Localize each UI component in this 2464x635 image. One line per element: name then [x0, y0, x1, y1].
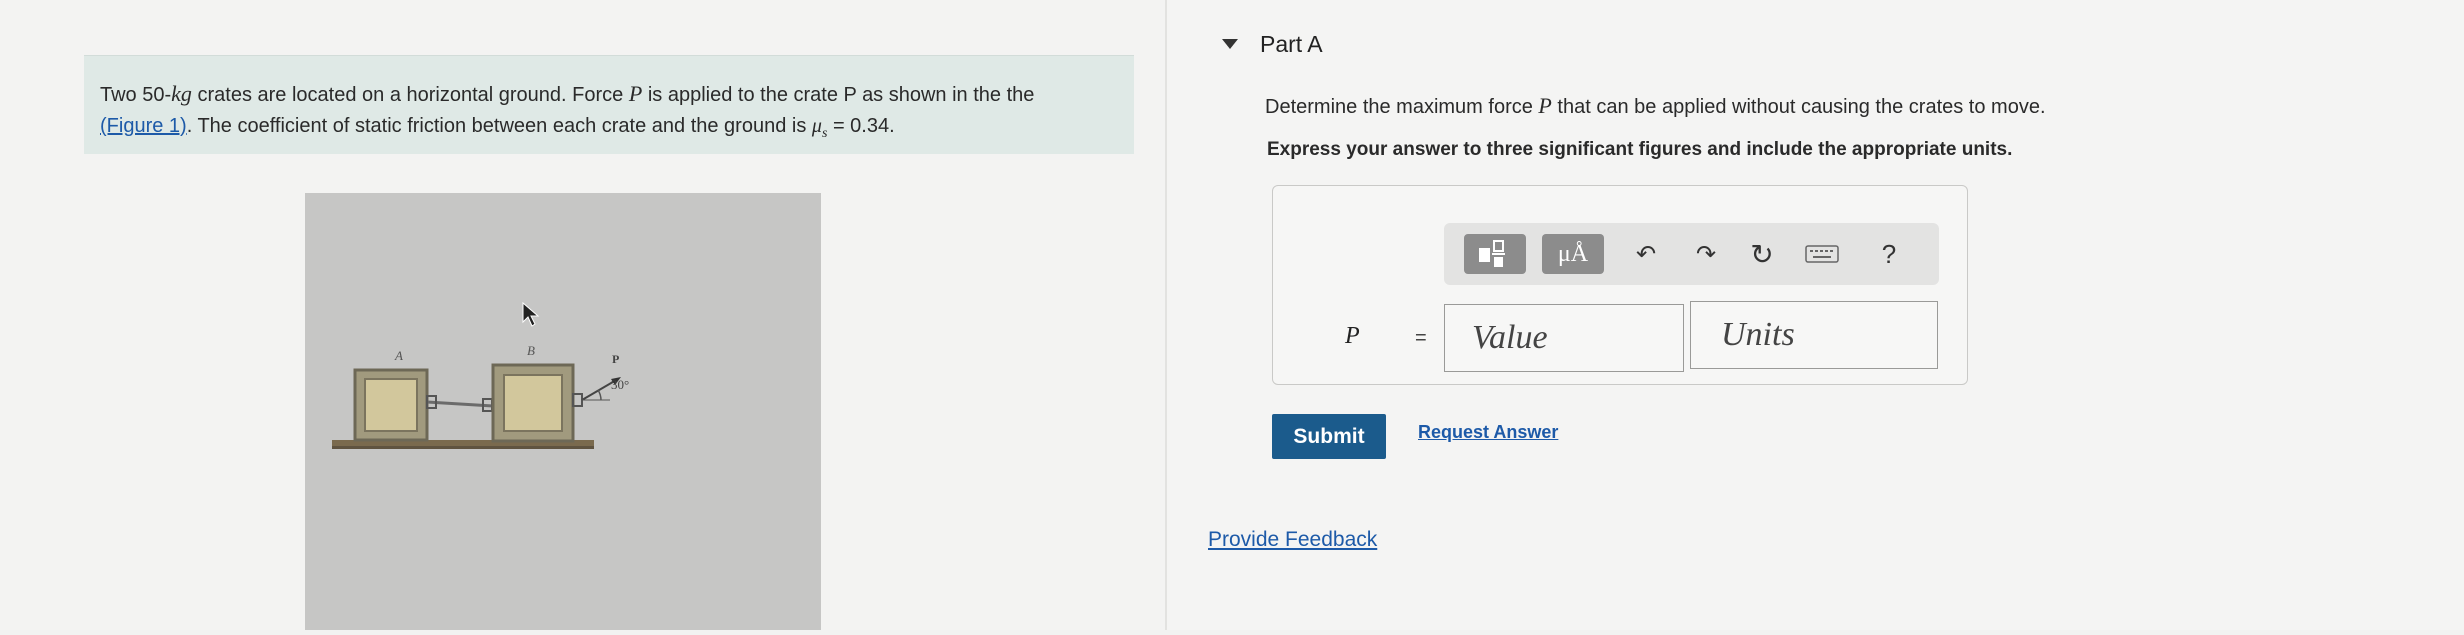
- undo-button[interactable]: ↶: [1629, 234, 1663, 274]
- templates-button[interactable]: [1464, 234, 1526, 274]
- reset-icon: ↻: [1750, 238, 1774, 270]
- value-placeholder: Value: [1472, 319, 1548, 356]
- label-p: P: [612, 352, 619, 366]
- value-input[interactable]: Value: [1444, 304, 1684, 372]
- problem-text-4: . The coefficient of static friction bet…: [186, 115, 812, 137]
- units-button[interactable]: μÅ: [1542, 234, 1604, 274]
- request-answer-link[interactable]: Request Answer: [1418, 422, 1558, 443]
- figure-link[interactable]: (Figure 1): [100, 115, 187, 137]
- part-a-header[interactable]: Part A: [1222, 24, 1323, 64]
- answer-instruction: Express your answer to three significant…: [1267, 139, 2013, 160]
- help-button[interactable]: ?: [1874, 234, 1904, 274]
- units-button-label: μÅ: [1557, 240, 1589, 267]
- redo-button[interactable]: ↷: [1689, 234, 1723, 274]
- problem-statement: Two 50-kg crates are located on a horizo…: [100, 78, 1120, 149]
- mass-unit: kg: [171, 81, 192, 106]
- question-text: Determine the maximum force P that can b…: [1265, 93, 2046, 119]
- force-symbol: P: [628, 81, 643, 106]
- cursor-icon: [522, 301, 540, 327]
- mu-symbol: μ: [811, 115, 822, 137]
- reset-button[interactable]: ↻: [1742, 234, 1782, 274]
- problem-text-3: is applied to the crate P as shown in th…: [642, 84, 1035, 106]
- undo-icon: ↶: [1635, 240, 1657, 268]
- templates-icon: [1479, 240, 1505, 267]
- answer-variable: P: [1345, 323, 1360, 349]
- units-placeholder: Units: [1721, 316, 1795, 353]
- crate-b: [491, 363, 575, 443]
- figure-1: A B P 30°: [305, 193, 821, 630]
- crate-a: [353, 368, 429, 442]
- submit-button[interactable]: Submit: [1272, 414, 1386, 459]
- keyboard-button[interactable]: [1802, 234, 1842, 274]
- help-label: ?: [1881, 238, 1897, 269]
- provide-feedback-link[interactable]: Provide Feedback: [1208, 528, 1377, 552]
- math-toolbar: μÅ ↶ ↷ ↻ ?: [1444, 223, 1939, 285]
- crates-diagram: A B P 30°: [332, 301, 629, 449]
- problem-text-2: crates are located on a horizontal groun…: [191, 84, 629, 106]
- collapse-caret-icon[interactable]: [1222, 39, 1238, 49]
- question-symbol: P: [1538, 93, 1552, 118]
- angle-label: 30°: [611, 377, 629, 392]
- units-input[interactable]: Units: [1690, 301, 1938, 369]
- label-a: A: [394, 348, 403, 363]
- question-text-2: that can be applied without causing the …: [1551, 96, 2046, 118]
- label-b: B: [527, 343, 535, 358]
- problem-text-1: Two 50-: [100, 84, 172, 106]
- mu-value: = 0.34.: [827, 115, 895, 137]
- keyboard-icon: [1805, 245, 1839, 263]
- question-text-1: Determine the maximum force: [1265, 96, 1539, 118]
- part-title: Part A: [1260, 30, 1323, 57]
- redo-icon: ↷: [1695, 240, 1717, 268]
- equals-sign: =: [1415, 327, 1427, 349]
